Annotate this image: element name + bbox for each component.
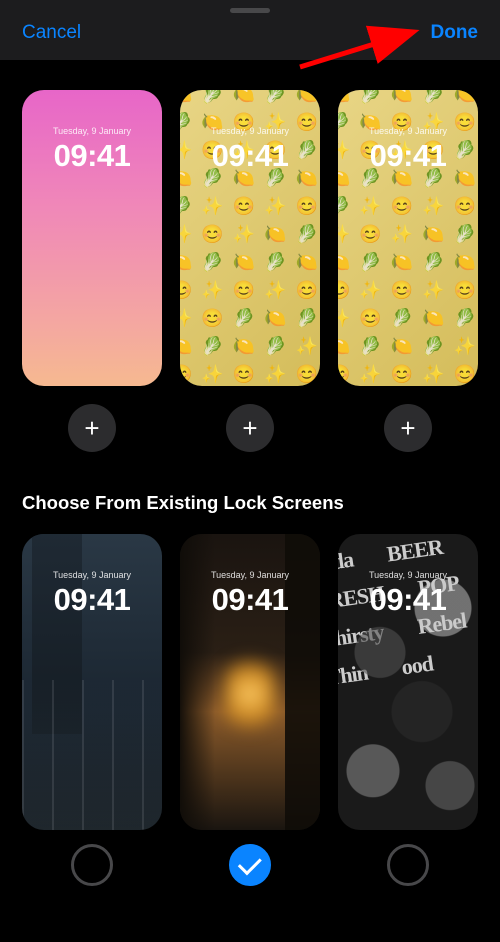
lockscreen-time: 09:41 <box>22 138 162 174</box>
section-title: Choose From Existing Lock Screens <box>22 492 478 514</box>
select-radio[interactable] <box>71 844 113 886</box>
select-radio-selected[interactable] <box>229 844 271 886</box>
lockscreen-date: Tuesday, 9 January <box>338 126 478 136</box>
add-wallpaper-button[interactable]: + <box>384 404 432 452</box>
selection-radios-row <box>22 844 478 886</box>
add-wallpaper-button[interactable]: + <box>68 404 116 452</box>
content-area: Tuesday, 9 January 09:41 Tuesday, 9 Janu… <box>0 60 500 886</box>
lockscreen-time: 09:41 <box>338 138 478 174</box>
existing-wallpapers-row: Tuesday, 9 January 09:41 Tuesday, 9 Janu… <box>22 534 478 830</box>
lockscreen-time: 09:41 <box>180 138 320 174</box>
wallpaper-thumbnail[interactable]: Tuesday, 9 January 09:41 <box>180 90 320 386</box>
existing-wallpaper-thumbnail[interactable]: Tuesday, 9 January 09:41 <box>180 534 320 830</box>
wallpaper-thumbnail[interactable]: Tuesday, 9 January 09:41 <box>338 90 478 386</box>
suggested-wallpapers-row: Tuesday, 9 January 09:41 Tuesday, 9 Janu… <box>22 90 478 386</box>
cancel-button[interactable]: Cancel <box>22 22 81 44</box>
select-radio[interactable] <box>387 844 429 886</box>
lockscreen-time: 09:41 <box>22 582 162 618</box>
drag-handle[interactable] <box>230 8 270 13</box>
add-buttons-row: + + + <box>22 404 478 452</box>
lockscreen-date: Tuesday, 9 January <box>180 126 320 136</box>
existing-wallpaper-thumbnail[interactable]: Tuesday, 9 January 09:41 <box>22 534 162 830</box>
add-wallpaper-button[interactable]: + <box>226 404 274 452</box>
done-button[interactable]: Done <box>431 22 479 44</box>
wallpaper-thumbnail[interactable]: Tuesday, 9 January 09:41 <box>22 90 162 386</box>
existing-wallpaper-thumbnail[interactable]: Tuesday, 9 January 09:41 <box>338 534 478 830</box>
lockscreen-time: 09:41 <box>338 582 478 618</box>
lockscreen-date: Tuesday, 9 January <box>180 570 320 580</box>
lockscreen-time: 09:41 <box>180 582 320 618</box>
lockscreen-date: Tuesday, 9 January <box>338 570 478 580</box>
lockscreen-date: Tuesday, 9 January <box>22 570 162 580</box>
lockscreen-date: Tuesday, 9 January <box>22 126 162 136</box>
